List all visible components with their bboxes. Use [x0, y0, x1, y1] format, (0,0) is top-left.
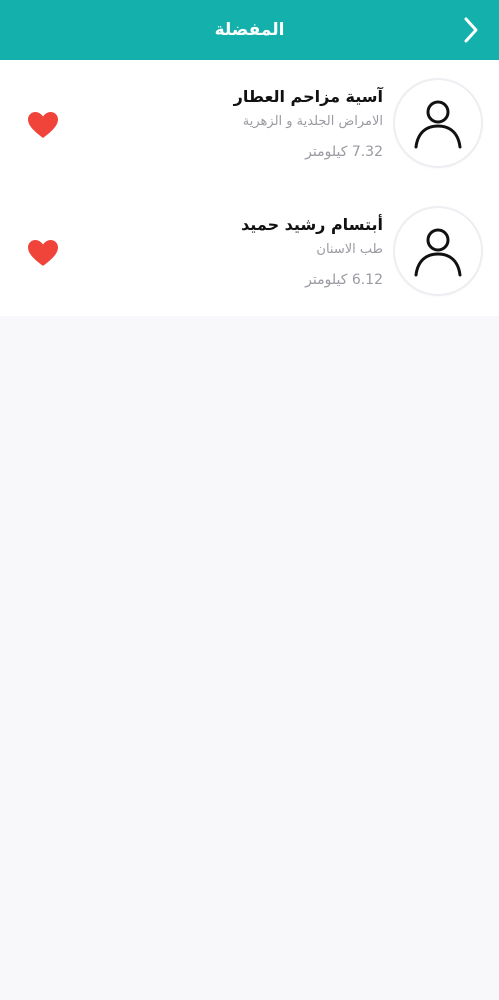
avatar: [395, 208, 481, 294]
heart-filled-icon[interactable]: [26, 238, 60, 268]
doctor-name: أبتسام رشيد حميد: [241, 215, 383, 234]
list-item[interactable]: آسية مزاحم العطار الامراض الجلدية و الزه…: [0, 60, 499, 188]
user-outline-icon: [414, 100, 462, 149]
doctor-distance: 6.12 كيلومتر: [305, 272, 383, 288]
favorites-screen: المفضلة آسية مزاحم العطار الامراض الجلدي…: [0, 0, 499, 1000]
list-item[interactable]: أبتسام رشيد حميد طب الاسنان 6.12 كيلومتر: [0, 188, 499, 316]
user-outline-icon: [414, 228, 462, 277]
page-title: المفضلة: [214, 20, 285, 40]
avatar: [395, 80, 481, 166]
app-header: المفضلة: [0, 0, 499, 60]
heart-filled-icon[interactable]: [26, 110, 60, 140]
doctor-specialty: طب الاسنان: [316, 242, 383, 257]
doctor-info: آسية مزاحم العطار الامراض الجلدية و الزه…: [123, 86, 383, 162]
doctor-specialty: الامراض الجلدية و الزهرية: [242, 114, 383, 129]
back-button[interactable]: [457, 12, 485, 48]
chevron-right-icon: [464, 17, 478, 43]
favorites-list: آسية مزاحم العطار الامراض الجلدية و الزه…: [0, 60, 499, 316]
doctor-info: أبتسام رشيد حميد طب الاسنان 6.12 كيلومتر: [123, 214, 383, 290]
doctor-name: آسية مزاحم العطار: [233, 87, 383, 106]
doctor-distance: 7.32 كيلومتر: [305, 144, 383, 160]
